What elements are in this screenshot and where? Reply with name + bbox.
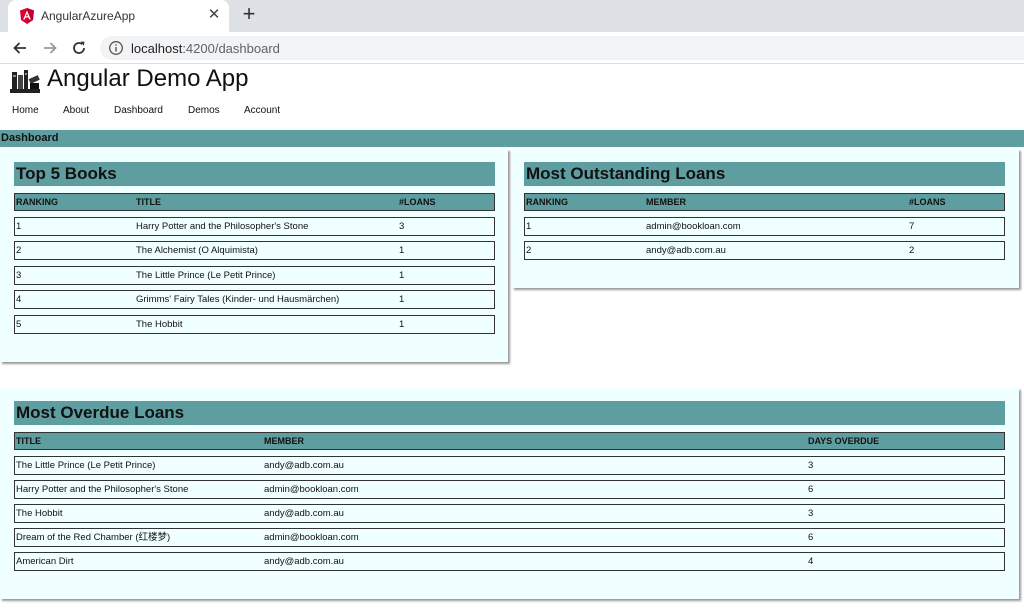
url-host: localhost <box>131 41 183 56</box>
overdue-loans-card: Most Overdue Loans TITLE MEMBER DAYS OVE… <box>0 388 1019 599</box>
cell-member: andy@adb.com.au <box>264 460 344 471</box>
outstanding-loans-title: Most Outstanding Loans <box>524 162 1005 186</box>
section-header: Dashboard <box>0 130 1024 147</box>
back-arrow-icon[interactable] <box>10 38 30 58</box>
cell-ranking: 3 <box>16 270 22 281</box>
cell-loans: 2 <box>909 245 915 256</box>
books-logo-icon <box>10 70 40 93</box>
close-icon[interactable]: ✕ <box>206 6 222 24</box>
url-path: :4200/dashboard <box>182 41 280 56</box>
cell-member: andy@adb.com.au <box>264 556 344 567</box>
cell-title: American Dirt <box>16 556 74 567</box>
nav-account[interactable]: Account <box>244 105 280 116</box>
nav-about[interactable]: About <box>63 105 89 116</box>
cell-days: 6 <box>808 484 814 495</box>
table-row: Harry Potter and the Philosopher's Stone… <box>14 480 1005 499</box>
browser-tab[interactable]: AngularAzureApp ✕ <box>8 0 229 32</box>
cell-ranking: 2 <box>526 245 532 256</box>
cell-member: andy@adb.com.au <box>264 508 344 519</box>
cell-ranking: 5 <box>16 319 22 330</box>
header-days-overdue: DAYS OVERDUE <box>808 436 880 446</box>
reload-icon[interactable] <box>69 38 89 58</box>
cell-days: 6 <box>808 532 814 543</box>
nav-demos[interactable]: Demos <box>188 105 220 116</box>
cell-loans: 3 <box>399 221 405 232</box>
cell-title: The Hobbit <box>136 319 183 330</box>
browser-tab-bar: AngularAzureApp ✕ + <box>0 0 1024 32</box>
cell-ranking: 1 <box>526 221 532 232</box>
cell-ranking: 1 <box>16 221 22 232</box>
cell-title: Harry Potter and the Philosopher's Stone <box>16 484 189 495</box>
header-member: MEMBER <box>264 436 304 446</box>
cell-title: Harry Potter and the Philosopher's Stone <box>136 221 309 232</box>
header-ranking: RANKING <box>16 197 58 207</box>
header-title: TITLE <box>136 197 161 207</box>
cell-title: The Little Prince (Le Petit Prince) <box>16 460 156 471</box>
cell-member: admin@bookloan.com <box>264 532 359 543</box>
app-title: Angular Demo App <box>47 65 249 92</box>
table-row: 1 admin@bookloan.com 7 <box>524 217 1005 236</box>
table-row: 2 The Alchemist (O Alquimista) 1 <box>14 241 495 260</box>
table-row: 2 andy@adb.com.au 2 <box>524 241 1005 260</box>
angular-logo-icon <box>20 8 34 24</box>
browser-toolbar: localhost:4200/dashboard <box>0 32 1024 64</box>
cell-title: The Alchemist (O Alquimista) <box>136 245 258 256</box>
url-text: localhost:4200/dashboard <box>131 41 280 56</box>
cell-title: The Little Prince (Le Petit Prince) <box>136 270 276 281</box>
nav-home[interactable]: Home <box>12 105 39 116</box>
tab-title: AngularAzureApp <box>41 9 136 23</box>
plus-icon[interactable]: + <box>238 3 260 26</box>
info-icon[interactable] <box>108 40 124 56</box>
cell-member: andy@adb.com.au <box>646 245 726 256</box>
header-title: TITLE <box>16 436 41 446</box>
header-loans: #LOANS <box>909 197 946 207</box>
table-header: RANKING TITLE #LOANS <box>14 193 495 211</box>
page: Angular Demo App Home About Dashboard De… <box>0 65 1024 611</box>
cell-title: Dream of the Red Chamber (红楼梦) <box>16 532 171 543</box>
top-books-title: Top 5 Books <box>14 162 495 186</box>
table-row: The Little Prince (Le Petit Prince) andy… <box>14 456 1005 475</box>
table-row: American Dirt andy@adb.com.au 4 <box>14 552 1005 571</box>
table-row: 5 The Hobbit 1 <box>14 315 495 334</box>
table-row: 4 Grimms' Fairy Tales (Kinder- und Hausm… <box>14 290 495 309</box>
cell-loans: 1 <box>399 294 405 305</box>
forward-arrow-icon[interactable] <box>40 38 60 58</box>
cell-member: admin@bookloan.com <box>646 221 741 232</box>
table-header: TITLE MEMBER DAYS OVERDUE <box>14 432 1005 450</box>
header-ranking: RANKING <box>526 197 568 207</box>
cell-days: 3 <box>808 460 814 471</box>
header-member: MEMBER <box>646 197 686 207</box>
cell-loans: 1 <box>399 270 405 281</box>
cell-member: admin@bookloan.com <box>264 484 359 495</box>
cell-ranking: 2 <box>16 245 22 256</box>
cell-loans: 1 <box>399 319 405 330</box>
address-bar[interactable]: localhost:4200/dashboard <box>100 36 1024 60</box>
cell-loans: 1 <box>399 245 405 256</box>
nav-dashboard[interactable]: Dashboard <box>114 105 163 116</box>
cell-title: Grimms' Fairy Tales (Kinder- und Hausmär… <box>136 294 340 305</box>
table-row: The Hobbit andy@adb.com.au 3 <box>14 504 1005 523</box>
cell-loans: 7 <box>909 221 915 232</box>
cell-ranking: 4 <box>16 294 22 305</box>
header-loans: #LOANS <box>399 197 436 207</box>
outstanding-loans-card: Most Outstanding Loans RANKING MEMBER #L… <box>512 149 1019 288</box>
overdue-loans-title: Most Overdue Loans <box>14 401 1005 425</box>
top-books-card: Top 5 Books RANKING TITLE #LOANS 1 Harry… <box>0 149 508 362</box>
table-row: 1 Harry Potter and the Philosopher's Sto… <box>14 217 495 236</box>
table-row: Dream of the Red Chamber (红楼梦) admin@boo… <box>14 528 1005 547</box>
cell-days: 4 <box>808 556 814 567</box>
table-header: RANKING MEMBER #LOANS <box>524 193 1005 211</box>
cell-title: The Hobbit <box>16 508 63 519</box>
table-row: 3 The Little Prince (Le Petit Prince) 1 <box>14 266 495 285</box>
cell-days: 3 <box>808 508 814 519</box>
